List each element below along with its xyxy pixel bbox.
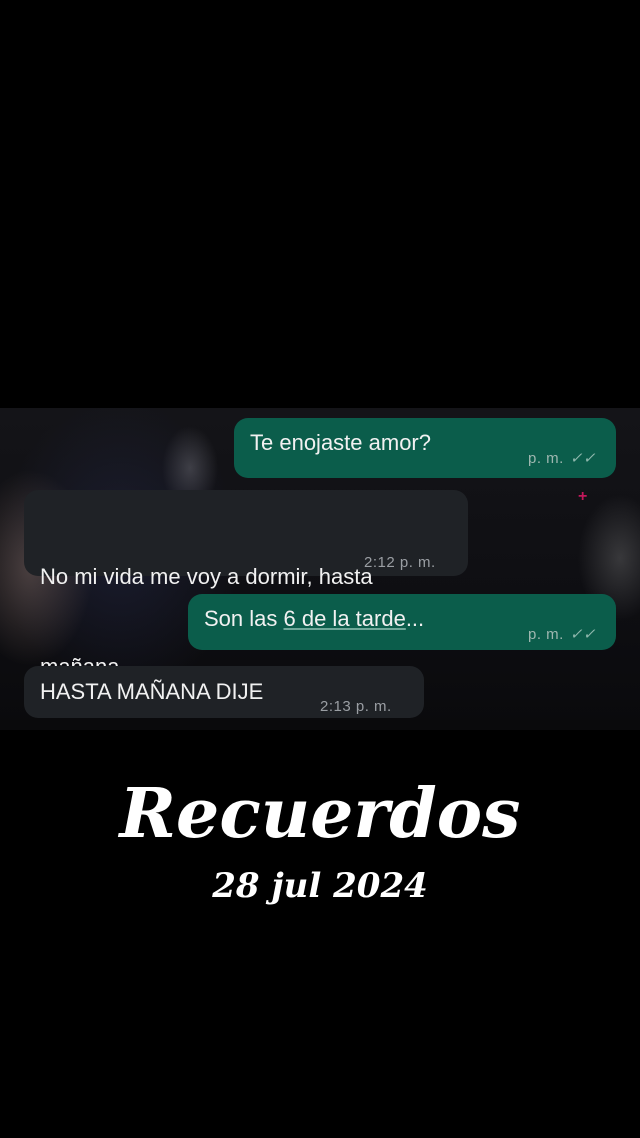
message-text-line1: No mi vida me voy a dormir, hasta [40, 564, 373, 589]
message-text-part: ... [405, 606, 425, 631]
double-check-icon: ✓✓ [569, 626, 596, 643]
message-bubble-incoming[interactable]: HASTA MAÑANA DIJE 2:13 p. m. [24, 666, 424, 718]
time-link[interactable]: 6 de la tarde [284, 606, 406, 631]
message-time-label: p. m. [528, 626, 564, 643]
message-text: HASTA MAÑANA DIJE [40, 679, 264, 704]
double-check-icon: ✓✓ [569, 450, 596, 467]
message-bubble-outgoing[interactable]: Te enojaste amor? p. m. ✓✓ [234, 418, 616, 478]
message-text-part: Son las [204, 606, 284, 631]
memories-date: 28 jul 2024 [212, 866, 428, 906]
red-mark-icon: + [578, 488, 588, 505]
message-text: Te enojaste amor? [250, 430, 431, 455]
message-text: Son las 6 de la tarde... [204, 604, 424, 634]
message-time: p. m. ✓✓ [528, 444, 596, 474]
memories-title: Recuerdos [119, 774, 521, 854]
message-time: 2:13 p. m. [320, 698, 392, 715]
chat-screenshot: Te enojaste amor? p. m. ✓✓ + No mi vida m… [0, 408, 640, 730]
message-time: p. m. ✓✓ [528, 620, 596, 650]
message-bubble-incoming[interactable]: No mi vida me voy a dormir, hasta mañana… [24, 490, 468, 679]
message-bubble-outgoing[interactable]: Son las 6 de la tarde... p. m. ✓✓ [188, 594, 616, 650]
message-time-label: p. m. [528, 450, 564, 467]
message-time: 2:12 p. m. [364, 554, 436, 571]
